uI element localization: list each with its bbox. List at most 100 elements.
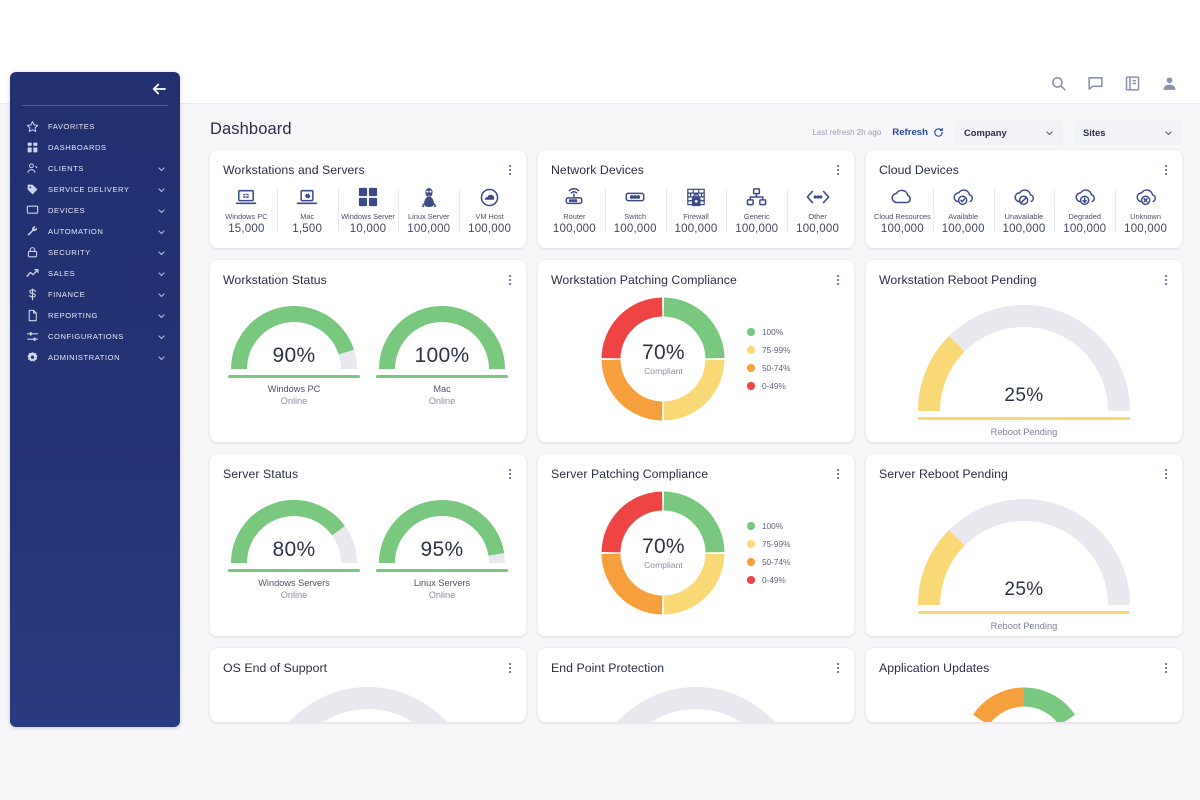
chevron-down-icon[interactable] <box>157 290 166 299</box>
card-header: Server Status <box>210 454 526 481</box>
legend-item[interactable]: 50-74% <box>747 363 791 373</box>
card-menu-button[interactable] <box>832 661 844 675</box>
metric-windows-server[interactable]: Windows Server 10,000 <box>337 186 399 235</box>
metric-label: Router <box>563 212 586 221</box>
gauge-reboot-pending[interactable]: 25% <box>913 303 1135 415</box>
legend-item[interactable]: 75-99% <box>747 345 791 355</box>
metric-cloud-resources[interactable]: Cloud Resources 100,000 <box>872 186 933 235</box>
top-bar-icons <box>1050 62 1178 104</box>
card-menu-button[interactable] <box>504 163 516 177</box>
donut-chart <box>866 675 1182 722</box>
sites-select[interactable]: Sites <box>1074 120 1182 145</box>
chat-icon[interactable] <box>1087 75 1104 92</box>
chevron-down-icon[interactable] <box>157 206 166 215</box>
metric-firewall[interactable]: Firewall 100,000 <box>665 186 727 235</box>
metric-linux-server[interactable]: Linux Server 100,000 <box>398 186 459 235</box>
metric-router[interactable]: Router 100,000 <box>544 186 605 235</box>
gauge-reboot-pending[interactable]: 25% <box>913 497 1135 609</box>
chevron-down-icon[interactable] <box>157 269 166 278</box>
chevron-down-icon[interactable] <box>157 353 166 362</box>
metric-mac[interactable]: Mac 1,500 <box>276 186 338 235</box>
collapse-sidebar-icon[interactable] <box>150 80 168 98</box>
card-menu-button[interactable] <box>832 467 844 481</box>
sidebar-item-service-delivery[interactable]: SERVICE DELIVERY <box>10 179 180 200</box>
gauge-caption: Reboot Pending <box>990 620 1058 631</box>
metric-vm-host[interactable]: VM Host 100,000 <box>459 186 520 235</box>
lock-icon <box>26 246 39 259</box>
card-menu-button[interactable] <box>504 467 516 481</box>
sidebar-item-dashboards[interactable]: DASHBOARDS <box>10 137 180 158</box>
card-header: Cloud Devices <box>866 150 1182 177</box>
metric-available[interactable]: Available 100,000 <box>932 186 994 235</box>
card-menu-button[interactable] <box>1160 467 1172 481</box>
gauge-rule <box>228 375 360 378</box>
gauge-mac[interactable]: 100% Mac Online <box>376 303 508 406</box>
card-header: Workstation Patching Compliance <box>538 260 854 287</box>
sidebar-item-configurations[interactable]: CONFIGURATIONS <box>10 326 180 347</box>
metric-unavailable[interactable]: Unavailable 100,000 <box>993 186 1055 235</box>
card-menu-button[interactable] <box>832 163 844 177</box>
metric-value: 100,000 <box>796 223 840 235</box>
card-menu-button[interactable] <box>1160 661 1172 675</box>
document-icon <box>26 309 39 322</box>
sidebar-item-security[interactable]: SECURITY <box>10 242 180 263</box>
sidebar-item-clients[interactable]: CLIENTS <box>10 158 180 179</box>
chevron-down-icon[interactable] <box>157 311 166 320</box>
metric-degraded[interactable]: Degraded 100,000 <box>1054 186 1115 235</box>
chevron-down-icon[interactable] <box>157 164 166 173</box>
card-menu-button[interactable] <box>504 273 516 287</box>
metric-other[interactable]: Other 100,000 <box>787 186 848 235</box>
legend-item[interactable]: 100% <box>747 327 790 337</box>
sidebar-item-label: SECURITY <box>48 248 91 257</box>
sidebar-item-sales[interactable]: SALES <box>10 263 180 284</box>
sidebar-item-finance[interactable]: FINANCE <box>10 284 180 305</box>
legend-item[interactable]: 0-49% <box>747 575 790 585</box>
sidebar-item-automation[interactable]: AUTOMATION <box>10 221 180 242</box>
sidebar-item-administration[interactable]: ADMINISTRATION <box>10 347 180 368</box>
card-menu-button[interactable] <box>832 273 844 287</box>
metric-unknown[interactable]: Unknown 100,000 <box>1115 186 1176 235</box>
gauge-windows-servers[interactable]: 80% Windows Servers Online <box>228 497 360 600</box>
sidebar-item-devices[interactable]: DEVICES <box>10 200 180 221</box>
legend-item[interactable]: 100% <box>747 521 790 531</box>
sidebar-item-favorites[interactable]: FAVORITES <box>10 116 180 137</box>
legend-item[interactable]: 50-74% <box>747 557 791 567</box>
legend-label: 0-49% <box>761 381 786 391</box>
chevron-down-icon[interactable] <box>157 248 166 257</box>
refresh-button[interactable]: Refresh <box>892 127 944 138</box>
chevron-down-icon[interactable] <box>157 185 166 194</box>
sidebar: FAVORITES DASHBOARDS CLIENTS SERVICE DEL… <box>10 72 180 727</box>
gauge-caption: Windows Servers <box>258 577 330 588</box>
card-menu-button[interactable] <box>1160 163 1172 177</box>
card-menu-button[interactable] <box>504 661 516 675</box>
star-icon <box>26 120 39 133</box>
legend-item[interactable]: 75-99% <box>747 539 791 549</box>
metric-windows-pc[interactable]: Windows PC 15,000 <box>216 186 277 235</box>
gauge-arc: 100% <box>376 303 508 372</box>
cloud-unavailable-icon <box>996 186 1053 208</box>
card-menu-button[interactable] <box>1160 273 1172 287</box>
chevron-down-icon[interactable] <box>157 332 166 341</box>
sidebar-item-label: AUTOMATION <box>48 227 104 236</box>
search-icon[interactable] <box>1050 75 1067 92</box>
company-select[interactable]: Company <box>955 120 1063 145</box>
sidebar-item-label: DEVICES <box>48 206 86 215</box>
gauge-linux-servers[interactable]: 95% Linux Servers Online <box>376 497 508 600</box>
sidebar-item-reporting[interactable]: REPORTING <box>10 305 180 326</box>
metric-generic[interactable]: Generic 100,000 <box>726 186 787 235</box>
gauge-windows-pc[interactable]: 90% Windows PC Online <box>228 303 360 406</box>
metric-value: 10,000 <box>349 223 387 235</box>
chevron-down-icon[interactable] <box>157 227 166 236</box>
donut-arc-group[interactable]: 70% Compliant <box>601 297 725 421</box>
cloud-unknown-icon <box>1117 186 1174 208</box>
refresh-icon <box>933 127 944 138</box>
donut-arc-group[interactable]: 70% Compliant <box>601 491 725 615</box>
legend-item[interactable]: 0-49% <box>747 381 790 391</box>
knowledge-icon[interactable] <box>1124 75 1141 92</box>
legend-swatch <box>747 522 755 530</box>
account-icon[interactable] <box>1161 75 1178 92</box>
dashboard-page: FAVORITES DASHBOARDS CLIENTS SERVICE DEL… <box>0 0 1200 800</box>
metric-row: Router 100,000 Switch 100,000 Firewall 1… <box>538 177 854 248</box>
metric-switch[interactable]: Switch 100,000 <box>604 186 666 235</box>
page-header-controls: Last refresh 2h ago Refresh Company Site… <box>812 120 1182 145</box>
